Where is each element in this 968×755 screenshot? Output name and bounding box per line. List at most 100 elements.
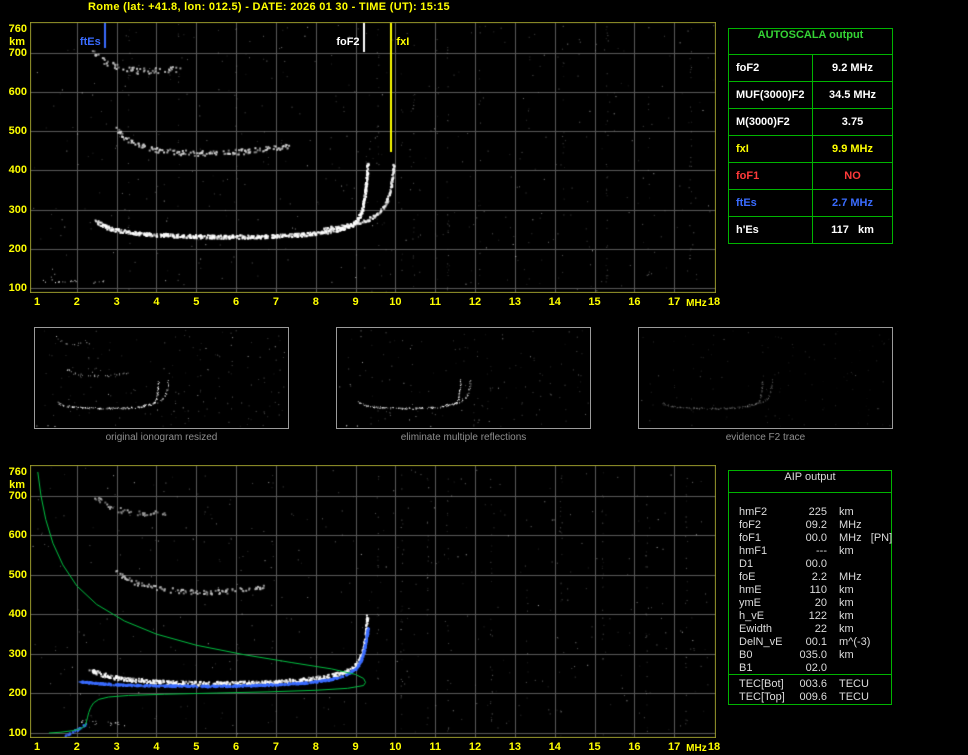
aip-row-label: hmE bbox=[739, 584, 762, 597]
aip-row-label: foF2 bbox=[739, 519, 761, 532]
aip-row-value: 2.2 bbox=[779, 571, 827, 584]
aip-row-label: TEC[Bot] bbox=[739, 678, 784, 691]
y-tick-label: 760 bbox=[0, 466, 27, 478]
autoscala-row-label: foF1 bbox=[729, 163, 813, 189]
aip-row: B0 035.0 km bbox=[729, 649, 939, 662]
aip-row: hmF1---km bbox=[729, 545, 939, 558]
x-tick-label: 10 bbox=[384, 296, 406, 308]
aip-row: hmF2 225 km bbox=[729, 506, 939, 519]
x-tick-label: 15 bbox=[584, 741, 606, 753]
marker-label-ftes: ftEs bbox=[59, 36, 101, 48]
x-tick-label: 14 bbox=[544, 741, 566, 753]
autoscala-row: ftEs2.7 MHz bbox=[729, 189, 892, 216]
aip-row-unit: TECU bbox=[839, 691, 869, 704]
x-tick-label: 2 bbox=[66, 741, 88, 753]
autoscala-row-value: 34.5 MHz bbox=[813, 82, 892, 108]
autoscala-row-value: 117 km bbox=[813, 217, 892, 243]
x-tick-label: 8 bbox=[305, 741, 327, 753]
aip-tec-row: TEC[Bot]003.6 TECU bbox=[729, 678, 939, 691]
y-tick-label: 760 bbox=[0, 23, 27, 35]
x-tick-label: 15 bbox=[584, 296, 606, 308]
x-tick-label: 11 bbox=[424, 741, 446, 753]
x-tick-label: 13 bbox=[504, 741, 526, 753]
aip-row-value: 09.2 bbox=[779, 519, 827, 532]
x-tick-label: 10 bbox=[384, 741, 406, 753]
y-tick-label: 200 bbox=[0, 243, 27, 255]
aip-row-value: 00.0 bbox=[779, 532, 827, 545]
autoscala-row: M(3000)F23.75 bbox=[729, 108, 892, 135]
x-tick-label: 5 bbox=[185, 296, 207, 308]
y-tick-label: 300 bbox=[0, 648, 27, 660]
x-tick-label: 1 bbox=[26, 741, 48, 753]
aip-row-value: --- bbox=[779, 545, 827, 558]
aip-row: DelN_vE00.1m^(-3) bbox=[729, 636, 939, 649]
y-tick-label: 100 bbox=[0, 727, 27, 739]
x-tick-label: 4 bbox=[145, 741, 167, 753]
y-tick-label: 600 bbox=[0, 529, 27, 541]
autoscala-row-label: MUF(3000)F2 bbox=[729, 82, 813, 108]
top-ionogram-canvas bbox=[30, 22, 716, 293]
x-tick-label: 17 bbox=[663, 741, 685, 753]
aip-row: D1 00.0 bbox=[729, 558, 939, 571]
autoscala-row: h'Es117 km bbox=[729, 216, 892, 243]
y-tick-label: 500 bbox=[0, 569, 27, 581]
thumbnail-caption-evidence-f2: evidence F2 trace bbox=[638, 432, 893, 443]
aip-row-label: TEC[Top] bbox=[739, 691, 785, 704]
aip-row-label: ymE bbox=[739, 597, 761, 610]
thumbnail-caption-eliminate-multiples: eliminate multiple reflections bbox=[336, 432, 591, 443]
x-tick-label: 9 bbox=[345, 741, 367, 753]
x-tick-label: 17 bbox=[663, 296, 685, 308]
page-title: Rome (lat: +41.8, lon: 012.5) - DATE: 20… bbox=[88, 1, 450, 13]
autoscala-row: MUF(3000)F234.5 MHz bbox=[729, 81, 892, 108]
aip-row-value: 110 bbox=[779, 584, 827, 597]
aip-row: Ewidth22km bbox=[729, 623, 939, 636]
aip-row-label: foE bbox=[739, 571, 756, 584]
aip-row-unit: MHz [PN] bbox=[839, 532, 892, 545]
x-tick-label: 7 bbox=[265, 741, 287, 753]
aip-row-label: hmF2 bbox=[739, 506, 767, 519]
y-axis-unit: km bbox=[0, 36, 25, 48]
aip-row-unit: km bbox=[839, 545, 854, 558]
aip-row-value: 225 bbox=[779, 506, 827, 519]
aip-row: foF100.0MHz [PN] bbox=[729, 532, 939, 545]
x-tick-label: 4 bbox=[145, 296, 167, 308]
autoscala-row: foF29.2 MHz bbox=[729, 54, 892, 81]
y-tick-label: 500 bbox=[0, 125, 27, 137]
aip-row-label: Ewidth bbox=[739, 623, 772, 636]
thumbnail-caption-original: original ionogram resized bbox=[34, 432, 289, 443]
aip-row-unit: km bbox=[839, 506, 854, 519]
thumbnail-multiple-reflections-removed bbox=[336, 327, 591, 429]
aip-row-value: 122 bbox=[779, 610, 827, 623]
y-axis-unit: km bbox=[0, 479, 25, 491]
x-tick-label: 13 bbox=[504, 296, 526, 308]
aip-row-unit: MHz bbox=[839, 519, 862, 532]
aip-row-label: D1 bbox=[739, 558, 753, 571]
aip-row: ymE20km bbox=[729, 597, 939, 610]
x-tick-label: 7 bbox=[265, 296, 287, 308]
x-tick-label: 2 bbox=[66, 296, 88, 308]
x-tick-label: 12 bbox=[464, 296, 486, 308]
aip-row-unit: km bbox=[839, 649, 854, 662]
autoscala-row-value: 9.2 MHz bbox=[813, 55, 892, 81]
aip-row-unit: km bbox=[839, 584, 854, 597]
x-tick-label: 12 bbox=[464, 741, 486, 753]
aip-row-value: 00.1 bbox=[779, 636, 827, 649]
aip-row: foF2 09.2 MHz bbox=[729, 519, 939, 532]
thumbnail-evidence-f2-trace bbox=[638, 327, 893, 429]
x-tick-label: 16 bbox=[623, 741, 645, 753]
aip-row-value: 035.0 bbox=[779, 649, 827, 662]
aip-tec-row: TEC[Top]009.6 TECU bbox=[729, 691, 939, 704]
aip-row-value: 00.0 bbox=[779, 558, 827, 571]
aip-row-unit: km bbox=[839, 597, 854, 610]
autoscala-row-label: h'Es bbox=[729, 217, 813, 243]
aip-row-label: B0 bbox=[739, 649, 752, 662]
x-tick-label: 14 bbox=[544, 296, 566, 308]
marker-label-fxi: fxI bbox=[396, 36, 438, 48]
aip-row-value: 003.6 bbox=[779, 678, 827, 691]
aip-row-unit: TECU bbox=[839, 678, 869, 691]
aip-row-value: 009.6 bbox=[779, 691, 827, 704]
autoscala-row: fxI9.9 MHz bbox=[729, 135, 892, 162]
aip-row: foE2.2MHz bbox=[729, 571, 939, 584]
autoscala-output-table: AUTOSCALA output foF29.2 MHzMUF(3000)F23… bbox=[728, 28, 893, 244]
autoscala-output-title: AUTOSCALA output bbox=[729, 29, 892, 54]
